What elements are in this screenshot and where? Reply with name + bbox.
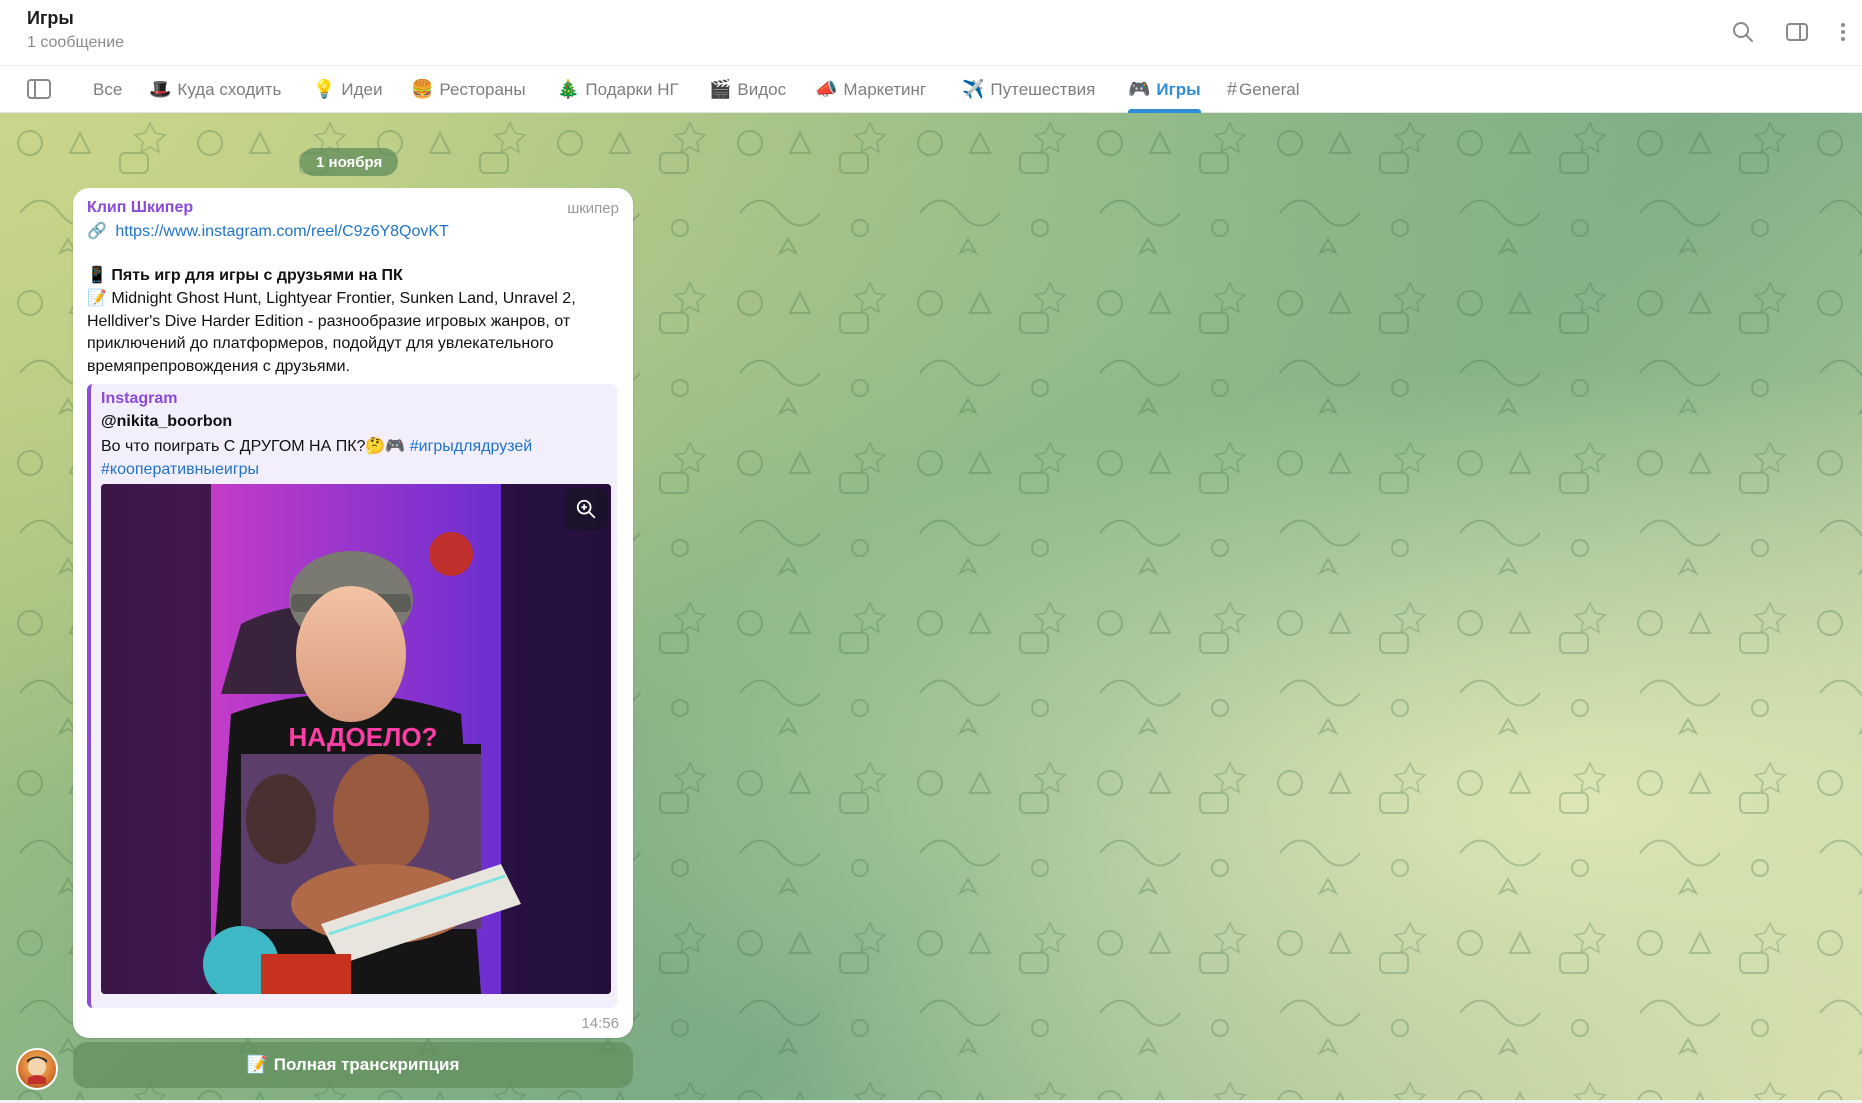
message-body-text: Midnight Ghost Hunt, Lightyear Frontier,… — [87, 290, 576, 375]
chat-subtitle: 1 сообщение — [27, 34, 125, 51]
lightbulb-icon: 💡 — [313, 79, 336, 99]
tab-label: Куда сходить — [177, 79, 282, 99]
tab-igry[interactable]: 🎮 Игры — [1128, 66, 1201, 113]
tab-label: Маркетинг — [843, 79, 927, 99]
preview-media[interactable]: НАДОЕЛО? — [101, 484, 611, 994]
full-transcript-button[interactable]: 📝 Полная транскрипция — [73, 1042, 633, 1088]
tab-restorany[interactable]: 🍔 Рестораны — [411, 66, 526, 113]
preview-text-content: Во что поиграть С ДРУГОМ НА ПК?🤔🎮 — [101, 438, 406, 455]
hashtag[interactable]: #игрыдлядрузей — [410, 438, 532, 455]
avatar-illustration — [27, 1056, 47, 1084]
tab-label: General — [1239, 79, 1300, 99]
folder-tabs: Все 🎩 Куда сходить 💡 Идеи 🍔 Рестораны 🎄 … — [0, 66, 1862, 113]
tab-label: Игры — [1156, 79, 1201, 99]
top-hat-icon: 🎩 — [149, 79, 172, 99]
tab-label: Подарки НГ — [585, 79, 679, 99]
tab-label: Идеи — [341, 79, 383, 99]
hash-icon: # — [1227, 79, 1238, 99]
burger-icon: 🍔 — [411, 79, 434, 99]
tab-label: Видос — [737, 79, 787, 99]
message-body: 📝 Midnight Ghost Hunt, Lightyear Frontie… — [87, 288, 627, 378]
link-icon: 🔗 — [87, 223, 107, 240]
memo-icon: 📝 — [246, 1055, 268, 1074]
transcript-label: Полная транскрипция — [273, 1055, 460, 1074]
tab-label: Путешествия — [990, 79, 1096, 99]
search-icon[interactable] — [1728, 17, 1758, 47]
christmas-tree-icon: 🎄 — [557, 79, 580, 99]
gamepad-icon: 🎮 — [1128, 79, 1151, 99]
tab-label: Все — [93, 79, 123, 99]
message-title-text: Пять игр для игры с друзьями на ПК — [111, 267, 403, 284]
clapper-icon: 🎬 — [709, 79, 732, 99]
more-vertical-icon[interactable] — [1828, 17, 1858, 47]
message-link-line: 🔗 https://www.instagram.com/reel/C9z6Y8Q… — [87, 221, 449, 241]
airplane-icon: ✈️ — [962, 79, 985, 99]
chat-header: Игры 1 сообщение — [0, 0, 1862, 66]
tab-podarki-ng[interactable]: 🎄 Подарки НГ — [557, 66, 679, 113]
sender-name[interactable]: Клип Шкипер — [87, 199, 193, 217]
date-separator: 1 ноября — [300, 148, 399, 176]
zoom-button[interactable] — [565, 488, 607, 530]
tab-label: Рестораны — [439, 79, 526, 99]
panel-toggle-icon[interactable] — [26, 78, 52, 100]
tab-all[interactable]: Все — [93, 66, 122, 113]
tab-vidos[interactable]: 🎬 Видос — [709, 66, 786, 113]
media-caption: НАДОЕЛО? — [289, 722, 438, 752]
tab-kuda-skhodit[interactable]: 🎩 Куда сходить — [149, 66, 281, 113]
sender-badge: шкипер — [567, 200, 619, 217]
preview-site-name: Instagram — [101, 390, 178, 407]
memo-icon: 📝 — [87, 290, 107, 307]
sidebar-toggle-icon[interactable] — [1782, 17, 1812, 47]
message-title: 📱 Пять игр для игры с друзьями на ПК — [87, 265, 403, 285]
megaphone-icon: 📣 — [815, 79, 838, 99]
link-preview[interactable]: Instagram @nikita_boorbon Во что поиграт… — [87, 384, 617, 1008]
preview-text: Во что поиграть С ДРУГОМ НА ПК?🤔🎮 #игрыд… — [101, 436, 611, 481]
tab-general[interactable]: # General — [1227, 66, 1300, 113]
phone-icon: 📱 — [87, 267, 107, 284]
message-bubble[interactable]: Клип Шкипер шкипер 🔗 https://www.instagr… — [73, 188, 633, 1038]
message-link[interactable]: https://www.instagram.com/reel/C9z6Y8Qov… — [115, 223, 448, 240]
hashtag[interactable]: #кооперативныеигры — [101, 461, 259, 478]
tab-puteshestviya[interactable]: ✈️ Путешествия — [962, 66, 1095, 113]
media-thumbnail-illustration: НАДОЕЛО? — [101, 484, 611, 994]
message-time: 14:56 — [581, 1015, 619, 1032]
preview-author: @nikita_boorbon — [101, 413, 233, 430]
avatar[interactable] — [16, 1048, 58, 1090]
tab-idei[interactable]: 💡 Идеи — [313, 66, 383, 113]
chat-title[interactable]: Игры — [27, 8, 74, 29]
zoom-in-icon — [576, 499, 596, 519]
tab-marketing[interactable]: 📣 Маркетинг — [815, 66, 926, 113]
